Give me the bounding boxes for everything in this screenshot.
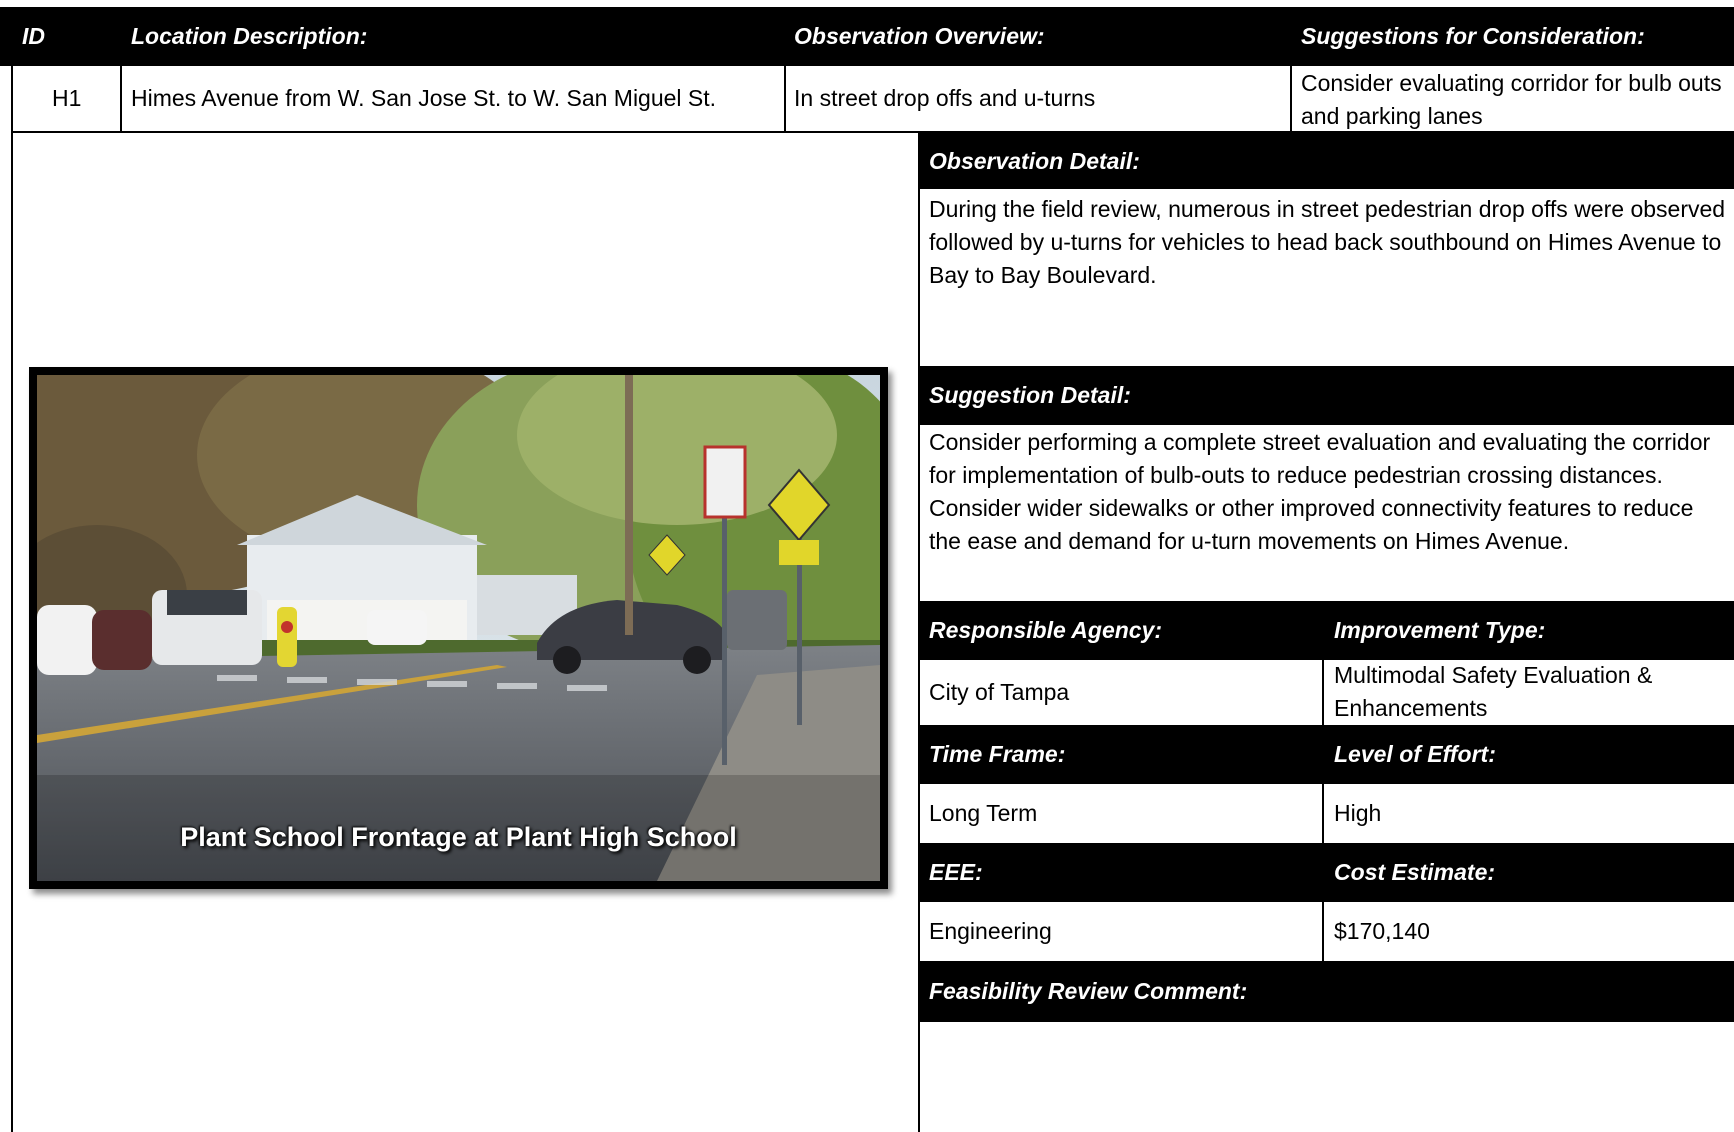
responsible-agency-label: Responsible Agency: [929, 617, 1163, 643]
eee-divider [1322, 902, 1324, 961]
suggestion-detail-text: Consider performing a complete street ev… [929, 429, 1711, 554]
agency-divider [1322, 660, 1324, 726]
row-border-left [11, 66, 13, 1132]
row-border-observation [1290, 66, 1292, 132]
time-frame-label: Time Frame: [929, 741, 1066, 767]
level-of-effort-value: High [1334, 800, 1382, 826]
header-suggestions: Suggestions for Consideration: [1301, 23, 1645, 49]
observation-detail-text: During the field review, numerous in str… [929, 196, 1726, 288]
row-suggestion: Consider evaluating corridor for bulb ou… [1301, 70, 1722, 129]
level-of-effort-label: Level of Effort: [1334, 741, 1496, 767]
row-border-location [784, 66, 786, 132]
eee-header [920, 843, 1734, 902]
responsible-agency-value: City of Tampa [929, 679, 1070, 705]
suggestion-detail-label: Suggestion Detail: [929, 382, 1131, 408]
row-border-id [120, 66, 122, 132]
improvement-type-value: Multimodal Safety Evaluation & Enhanceme… [1334, 662, 1653, 721]
eee-value: Engineering [929, 918, 1052, 944]
cost-estimate-value: $170,140 [1334, 918, 1430, 944]
observation-detail-label: Observation Detail: [929, 148, 1140, 174]
feasibility-label: Feasibility Review Comment: [929, 978, 1248, 1004]
time-frame-divider [1322, 784, 1324, 843]
cost-estimate-label: Cost Estimate: [1334, 859, 1496, 885]
time-frame-value: Long Term [929, 800, 1038, 826]
eee-label: EEE: [929, 859, 983, 885]
improvement-type-label: Improvement Type: [1334, 617, 1546, 643]
row-id: H1 [52, 85, 82, 111]
site-photo: Plant School Frontage at Plant High Scho… [37, 375, 880, 881]
header-location: Location Description: [131, 23, 368, 49]
street-scene-illustration [37, 375, 880, 881]
header-id: ID [22, 23, 45, 49]
header-observation-overview: Observation Overview: [794, 23, 1045, 49]
site-photo-frame: Plant School Frontage at Plant High Scho… [29, 367, 888, 889]
row-location: Himes Avenue from W. San Jose St. to W. … [131, 85, 717, 111]
photo-caption: Plant School Frontage at Plant High Scho… [180, 822, 737, 852]
row-observation: In street drop offs and u-turns [794, 85, 1096, 111]
